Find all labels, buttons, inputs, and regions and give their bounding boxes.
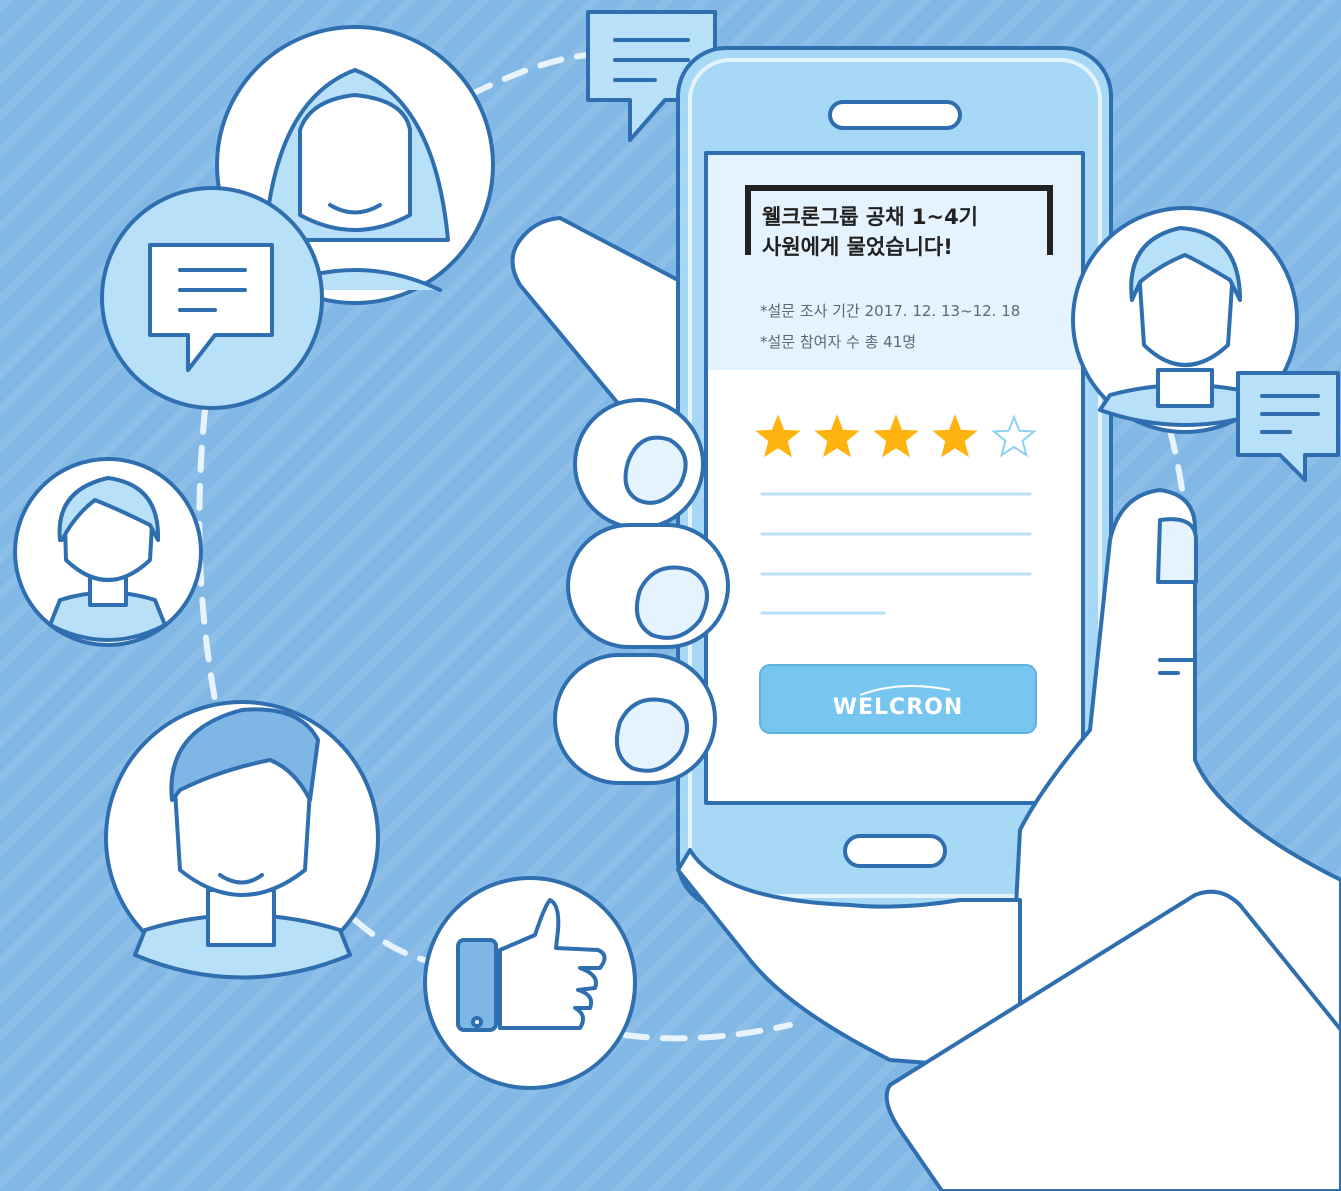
hand-fingers xyxy=(553,398,730,785)
avatar-man xyxy=(104,700,380,980)
survey-illustration: 웰크론그룹 공채 1~4기 사원에게 물었습니다! *설문 조사 기간 2017… xyxy=(0,0,1341,1191)
welcron-button[interactable]: WELCRON xyxy=(759,664,1037,734)
welcron-logo: WELCRON xyxy=(833,695,964,720)
avatar-boy xyxy=(13,457,203,647)
chat-bubble-circle xyxy=(100,186,324,410)
phone-speaker xyxy=(828,100,962,130)
chat-bubble-right xyxy=(1236,371,1340,482)
survey-title-line2: 사원에게 물었습니다! xyxy=(762,235,953,259)
illustration-canvas: 웰크론그룹 공채 1~4기 사원에게 물었습니다! *설문 조사 기간 2017… xyxy=(13,10,1341,1191)
survey-participants: *설문 참여자 수 총 41명 xyxy=(760,333,916,351)
phone-home-button[interactable] xyxy=(843,834,947,868)
phone xyxy=(676,46,1113,910)
survey-period: *설문 조사 기간 2017. 12. 13~12. 18 xyxy=(760,302,1020,320)
survey-title-line1: 웰크론그룹 공채 1~4기 xyxy=(762,205,978,229)
thumbs-up-circle xyxy=(423,876,637,1090)
